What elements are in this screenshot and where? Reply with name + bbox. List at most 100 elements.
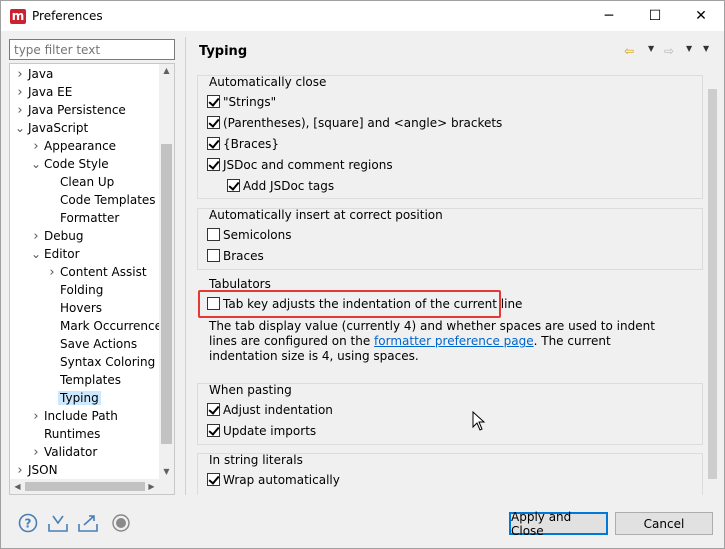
checkbox-brackets[interactable]: (Parentheses), [square] and <angle> brac… (207, 114, 502, 132)
tree-item[interactable]: Runtimes (30, 425, 102, 443)
chevron-down-icon[interactable]: ⌄ (30, 245, 42, 263)
tree-item[interactable]: › Java Persistence (14, 101, 128, 119)
chevron-right-icon[interactable]: › (14, 102, 26, 120)
checkbox-box[interactable] (207, 137, 220, 150)
tree-horizontal-scrollbar[interactable]: ◀ ▶ (10, 479, 174, 494)
chevron-right-icon[interactable]: › (14, 66, 26, 84)
tree-item[interactable]: Syntax Coloring (46, 353, 157, 371)
cancel-button[interactable]: Cancel (615, 512, 713, 535)
tree-item[interactable]: › Java (14, 65, 55, 83)
checkbox-insert-braces[interactable]: Braces (207, 247, 264, 265)
chevron-right-icon[interactable]: › (14, 84, 26, 102)
checkbox-strings[interactable]: "Strings" (207, 93, 276, 111)
checkbox-box[interactable] (207, 473, 220, 486)
tree-item[interactable]: Typing (46, 389, 101, 407)
import-icon[interactable] (47, 512, 69, 534)
checkbox-jsdoc-tags[interactable]: Add JSDoc tags (227, 177, 334, 195)
help-icon[interactable]: ? (17, 512, 39, 534)
scroll-down-icon[interactable]: ▼ (159, 465, 174, 479)
chevron-right-icon[interactable]: › (14, 462, 26, 480)
chevron-right-icon[interactable]: › (30, 444, 42, 462)
tree-item-label: JSON (28, 463, 58, 477)
formatter-preference-link[interactable]: formatter preference page (374, 334, 534, 348)
preferences-window: m Preferences ─ ☐ ✕ ›Java›Java EE›Java P… (0, 0, 725, 549)
tree-item[interactable]: › JSON (14, 461, 60, 479)
checkbox-box[interactable] (207, 249, 220, 262)
tree-item[interactable]: ⌄ Editor (30, 245, 82, 263)
title-bar: m Preferences ─ ☐ ✕ (1, 1, 724, 31)
checkbox-box[interactable] (207, 228, 220, 241)
checkbox-braces[interactable]: {Braces} (207, 135, 279, 153)
export-icon[interactable] (77, 512, 99, 534)
group-title: Tabulators (209, 277, 271, 291)
highlight-box (198, 290, 501, 318)
checkbox-wrap-automatically[interactable]: Wrap automatically (207, 471, 340, 489)
scroll-up-icon[interactable]: ▲ (159, 64, 174, 78)
tree-item-label: Editor (44, 247, 80, 261)
tree-item[interactable]: Save Actions (46, 335, 139, 353)
scroll-thumb[interactable] (25, 482, 145, 491)
chevron-down-icon[interactable]: ⌄ (30, 155, 42, 173)
checkbox-label: Braces (223, 249, 264, 263)
tree-item[interactable]: › Debug (30, 227, 85, 245)
chevron-down-icon[interactable]: ⌄ (14, 119, 26, 137)
chevron-right-icon[interactable]: › (30, 228, 42, 246)
maximize-button[interactable]: ☐ (632, 1, 678, 31)
scroll-right-icon[interactable]: ▶ (144, 479, 159, 494)
tree-vertical-scrollbar[interactable]: ▲ ▼ (159, 64, 174, 479)
filter-input[interactable] (9, 39, 175, 60)
checkbox-label: Add JSDoc tags (243, 179, 335, 193)
content-vertical-scrollbar[interactable] (705, 69, 720, 495)
checkbox-label: "Strings" (223, 95, 277, 109)
tree-item[interactable]: Code Templates (46, 191, 158, 209)
tree-item-label: Clean Up (60, 175, 115, 189)
group-title: Automatically close (209, 75, 327, 89)
checkbox-jsdoc-comments[interactable]: JSDoc and comment regions (207, 156, 393, 174)
typing-preferences-content: Automatically close "Strings" (Parenthes… (197, 69, 705, 495)
chevron-right-icon[interactable]: › (46, 264, 58, 282)
checkbox-update-imports[interactable]: Update imports (207, 422, 316, 440)
tree-item[interactable]: Mark Occurrences (46, 317, 170, 335)
tree-item[interactable]: Folding (46, 281, 105, 299)
scroll-thumb[interactable] (161, 144, 172, 444)
group-title: In string literals (209, 453, 303, 467)
close-button[interactable]: ✕ (678, 1, 724, 31)
view-menu-icon[interactable]: ▼ (703, 44, 709, 53)
checkbox-box[interactable] (207, 116, 220, 129)
checkbox-adjust-indentation[interactable]: Adjust indentation (207, 401, 333, 419)
minimize-button[interactable]: ─ (586, 1, 632, 31)
tree-item[interactable]: ⌄ Code Style (30, 155, 111, 173)
checkbox-semicolons[interactable]: Semicolons (207, 226, 292, 244)
checkbox-box[interactable] (207, 403, 220, 416)
tree-item-label: Save Actions (60, 337, 138, 351)
tree-item[interactable]: Hovers (46, 299, 104, 317)
tree-item[interactable]: › Include Path (30, 407, 120, 425)
checkbox-box[interactable] (227, 179, 240, 192)
tree-item[interactable]: Formatter (46, 209, 121, 227)
forward-arrow-icon[interactable]: ⇨ (664, 44, 674, 58)
checkbox-box[interactable] (207, 424, 220, 437)
tree-item[interactable]: ⌄ JavaScript (14, 119, 90, 137)
checkbox-label: {Braces} (223, 137, 280, 151)
checkbox-box[interactable] (207, 158, 220, 171)
tree-item[interactable]: › Java EE (14, 83, 74, 101)
tree-item-label: Java (28, 67, 54, 81)
checkbox-box[interactable] (207, 95, 220, 108)
tree-item[interactable]: Clean Up (46, 173, 116, 191)
tree-item-label: Code Style (44, 157, 109, 171)
record-icon[interactable] (110, 512, 132, 534)
tree-item[interactable]: › Validator (30, 443, 99, 461)
apply-and-close-button[interactable]: Apply and Close (509, 510, 608, 538)
pane-splitter[interactable] (185, 37, 186, 495)
scroll-thumb[interactable] (708, 89, 717, 479)
tree-item[interactable]: Templates (46, 371, 123, 389)
back-arrow-icon[interactable]: ⇦ (624, 44, 634, 58)
tree-item[interactable]: › Content Assist (46, 263, 149, 281)
scroll-left-icon[interactable]: ◀ (10, 479, 25, 494)
tree-item[interactable]: › Appearance (30, 137, 118, 155)
tabulators-description: The tab display value (currently 4) and … (209, 319, 679, 364)
forward-menu-chevron-icon[interactable]: ▼ (686, 44, 692, 53)
chevron-right-icon[interactable]: › (30, 408, 42, 426)
chevron-right-icon[interactable]: › (30, 138, 42, 156)
back-menu-chevron-icon[interactable]: ▼ (648, 44, 654, 53)
